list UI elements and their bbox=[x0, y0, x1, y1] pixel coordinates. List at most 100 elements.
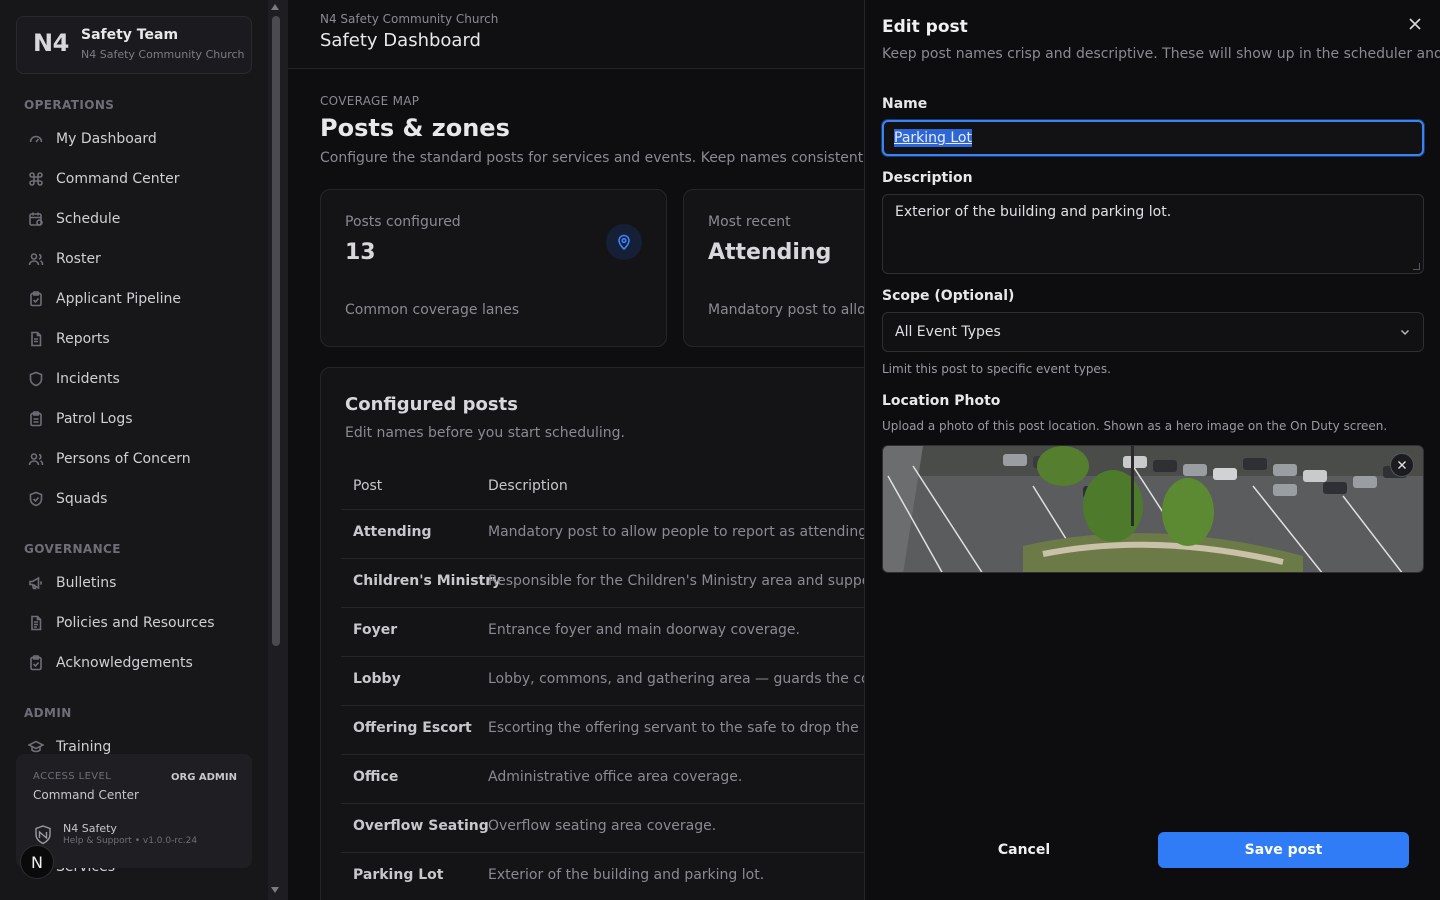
sidebar-item-label: Bulletins bbox=[56, 575, 117, 591]
table-row[interactable]: Overflow Seating Overflow seating area c… bbox=[341, 803, 864, 852]
clipboard-icon bbox=[30, 291, 42, 307]
configured-posts-card: Configured posts Edit names before you s… bbox=[320, 367, 864, 900]
table-row[interactable]: Lobby Lobby, commons, and gathering area… bbox=[341, 656, 864, 705]
sidebar-item-label: Acknowledgements bbox=[56, 655, 193, 671]
remove-photo-button[interactable] bbox=[1390, 453, 1414, 477]
n4-shield-logo-icon bbox=[35, 825, 51, 845]
avatar[interactable]: N bbox=[20, 845, 54, 879]
post-name: Office bbox=[353, 769, 399, 785]
post-name: Overflow Seating bbox=[353, 818, 489, 834]
sidebar-item-label: Training bbox=[56, 739, 112, 755]
stat-value: Attending bbox=[708, 240, 832, 265]
help-support-link[interactable]: N4 Safety Help & Support • v1.0.0-rc.24 bbox=[32, 822, 197, 846]
main-content: N4 Safety Community Church Safety Dashbo… bbox=[288, 0, 864, 900]
sidebar-item-label: Policies and Resources bbox=[56, 615, 215, 631]
sidebar-item-reports[interactable]: Reports bbox=[18, 323, 252, 355]
sidebar: N4 Safety Team N4 Safety Community Churc… bbox=[0, 0, 268, 900]
location-photo bbox=[882, 445, 1424, 573]
access-level-card: ACCESS LEVEL Command Center ORG ADMIN N4… bbox=[16, 754, 252, 868]
column-header-description: Description bbox=[488, 478, 568, 494]
scroll-thumb[interactable] bbox=[272, 16, 280, 646]
sidebar-item-label: Roster bbox=[56, 251, 101, 267]
scroll-down-icon[interactable] bbox=[271, 887, 279, 893]
sidebar-item-label: Reports bbox=[56, 331, 110, 347]
close-icon[interactable] bbox=[1405, 14, 1425, 34]
sidebar-item-label: My Dashboard bbox=[56, 131, 157, 147]
map-pin-icon bbox=[606, 224, 642, 260]
drawer-subtitle: Keep post names crisp and descriptive. T… bbox=[882, 46, 1440, 62]
sidebar-item-persons-of-concern[interactable]: Persons of Concern bbox=[18, 443, 252, 475]
sidebar-item-label: Patrol Logs bbox=[56, 411, 133, 427]
scope-select[interactable]: All Event Types bbox=[882, 312, 1424, 352]
description-value: Exterior of the building and parking lot… bbox=[895, 204, 1172, 220]
section-label-governance: GOVERNANCE bbox=[24, 542, 121, 556]
description-textarea[interactable]: Exterior of the building and parking lot… bbox=[882, 194, 1424, 274]
sidebar-item-applicant-pipeline[interactable]: Applicant Pipeline bbox=[18, 283, 252, 315]
sidebar-item-incidents[interactable]: Incidents bbox=[18, 363, 252, 395]
scope-label: Scope (Optional) bbox=[882, 288, 1015, 304]
table-row[interactable]: Offering Escort Escorting the offering s… bbox=[341, 705, 864, 754]
post-name: Offering Escort bbox=[353, 720, 472, 736]
scope-select-value: All Event Types bbox=[895, 324, 1001, 340]
shield-check-icon bbox=[29, 491, 43, 507]
sidebar-item-schedule[interactable]: Schedule bbox=[18, 203, 252, 235]
stat-card-posts-configured: Posts configured 13 Common coverage lane… bbox=[320, 189, 667, 347]
sidebar-item-squads[interactable]: Squads bbox=[18, 483, 252, 515]
scroll-up-icon[interactable] bbox=[271, 4, 279, 10]
header-title: Safety Dashboard bbox=[320, 30, 481, 51]
post-name: Parking Lot bbox=[353, 867, 444, 883]
megaphone-icon bbox=[29, 576, 42, 590]
access-level-label: ACCESS LEVEL bbox=[33, 771, 112, 782]
section-label-operations: OPERATIONS bbox=[24, 98, 115, 112]
command-icon bbox=[29, 172, 43, 186]
table-row[interactable]: Office Administrative office area covera… bbox=[341, 754, 864, 803]
table-row[interactable]: Children's Ministry Responsible for the … bbox=[341, 558, 864, 607]
post-description: Mandatory post to allow people to report… bbox=[488, 524, 864, 540]
sidebar-item-policies-and-resources[interactable]: Policies and Resources bbox=[18, 607, 252, 639]
sidebar-item-roster[interactable]: Roster bbox=[18, 243, 252, 275]
calendar-clock-icon bbox=[29, 212, 43, 226]
post-name: Lobby bbox=[353, 671, 401, 687]
sidebar-item-label: Persons of Concern bbox=[56, 451, 191, 467]
name-input[interactable]: Parking Lot bbox=[882, 120, 1424, 156]
resize-handle[interactable] bbox=[1413, 263, 1420, 270]
cancel-button[interactable]: Cancel bbox=[977, 833, 1071, 867]
team-switcher[interactable]: N4 Safety Team N4 Safety Community Churc… bbox=[16, 16, 252, 74]
sidebar-item-label: Command Center bbox=[56, 171, 180, 187]
sidebar-item-bulletins[interactable]: Bulletins bbox=[18, 567, 252, 599]
close-icon bbox=[1398, 461, 1406, 469]
save-post-button[interactable]: Save post bbox=[1158, 832, 1409, 868]
clipboard-list-icon bbox=[30, 411, 42, 427]
description-label: Description bbox=[882, 170, 973, 186]
column-header-post: Post bbox=[353, 478, 383, 494]
team-name: Safety Team bbox=[81, 27, 179, 43]
table-row[interactable]: Attending Mandatory post to allow people… bbox=[341, 509, 864, 558]
sidebar-item-label: Incidents bbox=[56, 371, 120, 387]
page-title: Posts & zones bbox=[320, 114, 510, 142]
stat-label: Posts configured bbox=[345, 214, 461, 230]
sidebar-item-my-dashboard[interactable]: My Dashboard bbox=[18, 123, 252, 155]
post-name: Children's Ministry bbox=[353, 573, 502, 589]
table-row[interactable]: Foyer Entrance foyer and main doorway co… bbox=[341, 607, 864, 656]
stat-foot: Mandatory post to allow people to report… bbox=[708, 302, 864, 318]
post-description: Escorting the offering servant to the sa… bbox=[488, 720, 864, 736]
page-subtitle: Configure the standard posts for service… bbox=[320, 150, 864, 166]
users-icon bbox=[28, 253, 44, 266]
sidebar-item-label: Squads bbox=[56, 491, 108, 507]
sidebar-item-label: Applicant Pipeline bbox=[56, 291, 182, 307]
gauge-icon bbox=[29, 135, 43, 143]
page-eyebrow: COVERAGE MAP bbox=[320, 94, 420, 108]
table-row[interactable]: Parking Lot Exterior of the building and… bbox=[341, 852, 864, 900]
sidebar-item-patrol-logs[interactable]: Patrol Logs bbox=[18, 403, 252, 435]
top-bar: N4 Safety Community Church Safety Dashbo… bbox=[288, 0, 864, 69]
stat-foot: Common coverage lanes bbox=[345, 302, 520, 318]
sidebar-scrollbar[interactable] bbox=[268, 0, 288, 900]
post-description: Administrative office area coverage. bbox=[488, 769, 743, 785]
name-input-value: Parking Lot bbox=[894, 129, 972, 147]
team-logo: N4 bbox=[33, 29, 69, 57]
sidebar-item-acknowledgements[interactable]: Acknowledgements bbox=[18, 647, 252, 679]
sidebar-item-command-center[interactable]: Command Center bbox=[18, 163, 252, 195]
brand-version: Help & Support • v1.0.0-rc.24 bbox=[63, 836, 198, 846]
stat-label: Most recent bbox=[708, 214, 791, 230]
access-level-value: Command Center bbox=[33, 788, 139, 802]
